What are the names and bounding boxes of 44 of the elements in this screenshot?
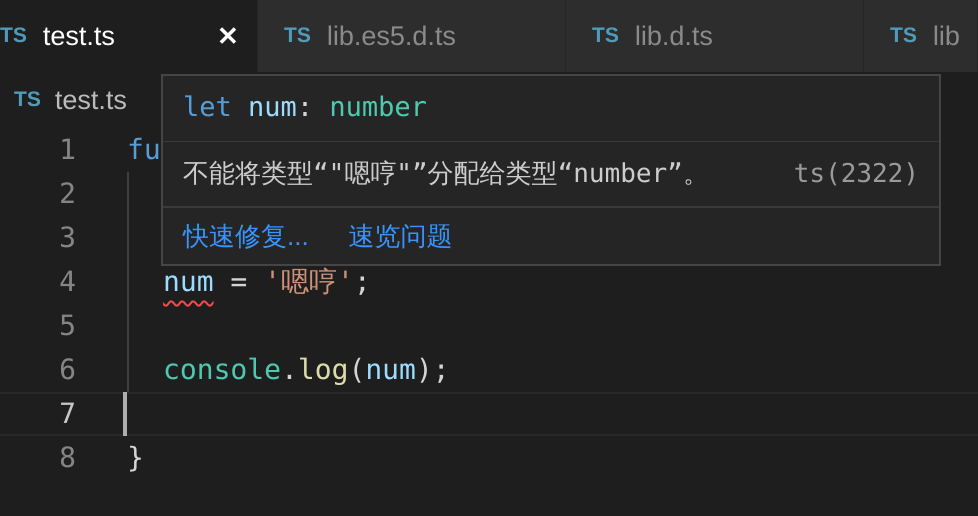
typescript-icon: TS [592, 20, 619, 52]
breadcrumb-item[interactable]: test.ts [54, 80, 127, 120]
code-token: fu [127, 132, 161, 168]
code-token: } [127, 440, 144, 476]
editor-tab[interactable]: TS lib [864, 0, 978, 72]
line-number: 1 [58, 132, 76, 168]
line-number: 4 [58, 264, 76, 300]
editor-tab[interactable]: TS test.ts ✕ [0, 0, 258, 72]
signature-token: num [247, 91, 297, 126]
line-number: 2 [58, 176, 76, 212]
line-number: 3 [58, 220, 76, 256]
close-button[interactable]: ✕ [217, 16, 239, 56]
code-token: ( [348, 352, 366, 388]
error-token: num [163, 264, 214, 300]
line-number: 8 [58, 440, 76, 476]
code-token: . [281, 352, 298, 388]
line-number: 5 [58, 308, 76, 344]
error-code: ts(2322) [794, 158, 919, 190]
code-token: log [298, 352, 348, 388]
tab-label: test.ts [42, 20, 115, 53]
error-message: 不能将类型“"嗯哼"”分配给类型“number”。 [183, 158, 709, 190]
line-number: 6 [58, 352, 76, 388]
text-cursor [123, 392, 127, 436]
typescript-icon: TS [890, 20, 917, 52]
action-link[interactable]: 快速修复... [183, 216, 309, 256]
code-token: '嗯哼' [264, 264, 354, 300]
editor-tab[interactable]: TS lib.d.ts [566, 0, 864, 72]
typescript-icon: TS [14, 84, 41, 116]
tab-label: lib [932, 20, 960, 53]
tab-label: lib.es5.d.ts [326, 20, 456, 53]
code-token: console [163, 352, 282, 388]
tab-label: lib.d.ts [634, 20, 713, 53]
typescript-icon: TS [0, 20, 27, 52]
signature-token: number [329, 91, 427, 126]
typescript-icon: TS [284, 20, 311, 52]
action-link[interactable]: 速览问题 [348, 216, 453, 256]
line-number: 7 [58, 396, 76, 432]
code-token: ; [354, 264, 371, 300]
signature-token: let [183, 91, 232, 126]
signature-token: : [296, 91, 314, 126]
code-token: = [229, 264, 248, 300]
code-token: ); [416, 352, 450, 388]
code-token: num [365, 352, 416, 388]
editor-tab[interactable]: TS lib.es5.d.ts [258, 0, 566, 72]
